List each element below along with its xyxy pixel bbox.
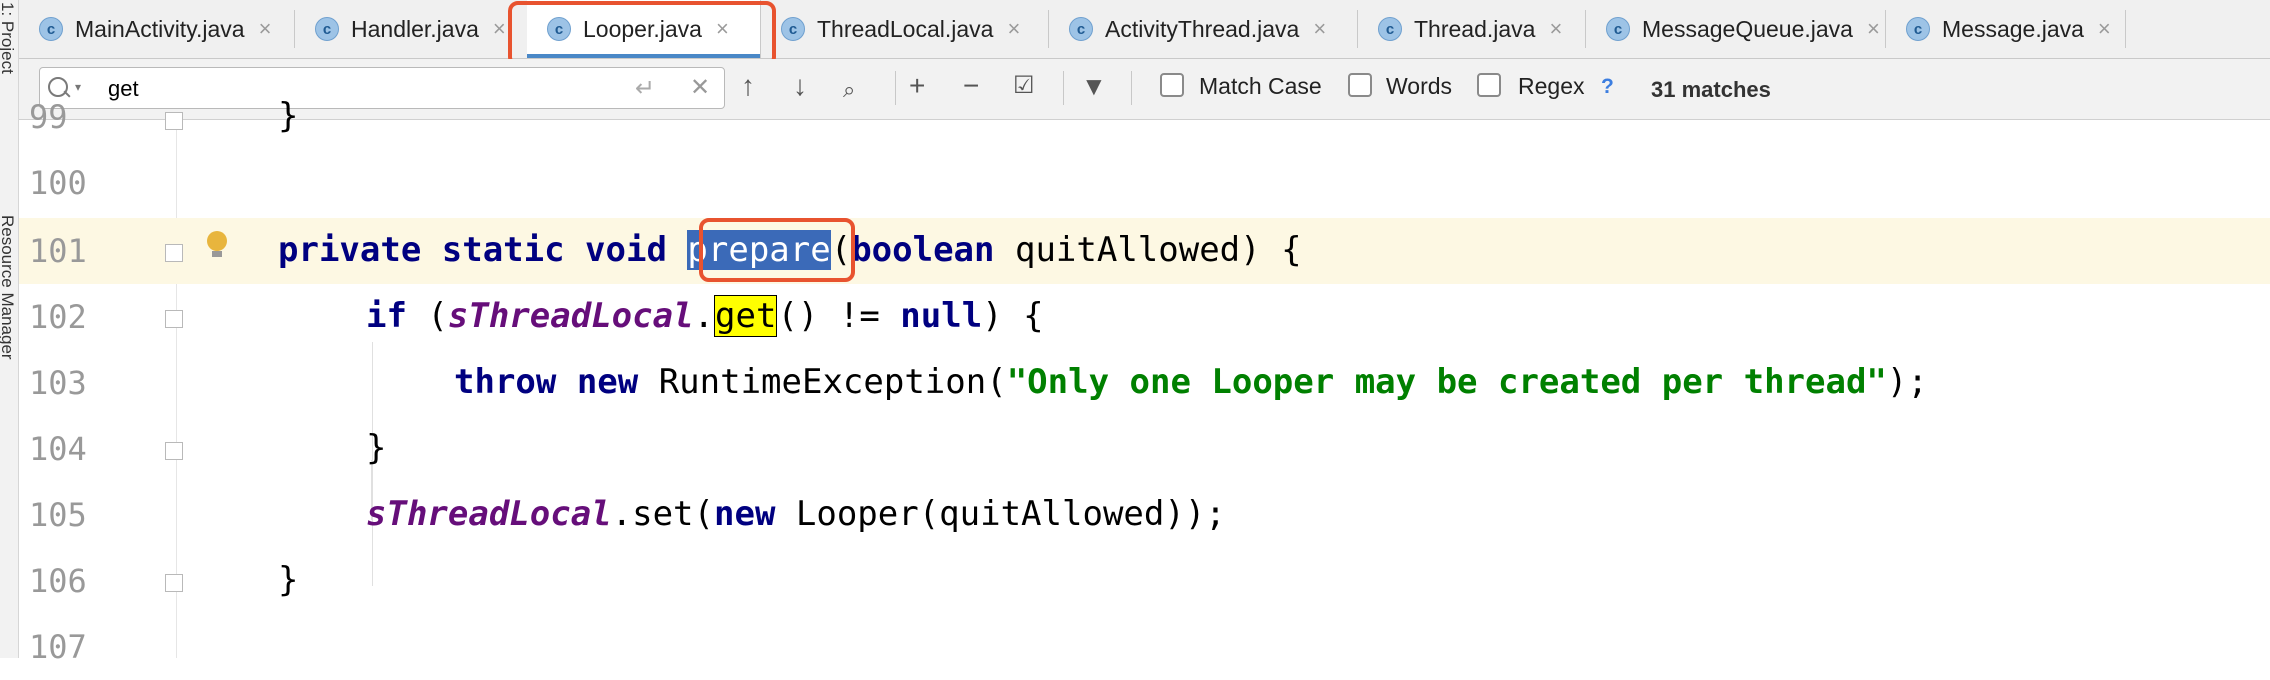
tool-window-strip: 1: Project Resource Manager: [0, 0, 19, 658]
class-icon: c: [1069, 17, 1093, 41]
editor-tab-bar: c MainActivity.java × c Handler.java × c…: [19, 0, 2270, 59]
code-line: 102 if (sThreadLocal.get() != null) {: [19, 284, 2270, 350]
keyword-token: new: [714, 494, 776, 534]
fold-marker-icon[interactable]: [165, 442, 183, 460]
tab-activitythread[interactable]: c ActivityThread.java ×: [1049, 10, 1358, 48]
code-text: sThreadLocal.set(new Looper(quitAllowed)…: [366, 494, 1226, 534]
fold-marker-icon[interactable]: [165, 310, 183, 328]
class-icon: c: [1606, 17, 1630, 41]
code-token: Looper(quitAllowed));: [775, 494, 1226, 534]
tab-message[interactable]: c Message.java ×: [1886, 10, 2126, 48]
close-icon[interactable]: ×: [1313, 16, 1326, 42]
static-field-token: sThreadLocal: [366, 494, 612, 534]
tab-label: ThreadLocal.java: [817, 15, 994, 42]
code-text: }: [278, 96, 299, 136]
keyword-token: throw new: [454, 362, 639, 402]
line-number: 104: [29, 430, 87, 468]
close-icon[interactable]: ×: [2098, 16, 2111, 42]
line-number: 101: [29, 232, 87, 270]
code-token: .set(: [611, 494, 714, 534]
static-field-token: sThreadLocal: [447, 296, 694, 336]
code-text: }: [278, 560, 299, 600]
class-icon: c: [39, 17, 63, 41]
tab-messagequeue[interactable]: c MessageQueue.java ×: [1586, 10, 1886, 48]
close-icon[interactable]: ×: [259, 16, 272, 42]
class-icon: c: [315, 17, 339, 41]
code-line: 103 throw new RuntimeException("Only one…: [19, 350, 2270, 416]
code-line: 107: [19, 614, 2270, 680]
tab-label: ActivityThread.java: [1105, 15, 1300, 42]
tab-thread[interactable]: c Thread.java ×: [1358, 10, 1586, 48]
fold-marker-icon[interactable]: [165, 112, 183, 130]
fold-marker-icon[interactable]: [165, 244, 183, 262]
string-token: "Only one Looper may be created per thre…: [1006, 362, 1887, 402]
fold-marker-icon[interactable]: [165, 574, 183, 592]
code-line: 100: [19, 150, 2270, 216]
code-line-current: 101 private static void prepare(boolean …: [19, 218, 2270, 284]
resource-manager-tool-tab[interactable]: Resource Manager: [0, 215, 17, 360]
class-icon: c: [1378, 17, 1402, 41]
code-token: () !=: [777, 296, 901, 336]
tab-mainactivity[interactable]: c MainActivity.java ×: [19, 10, 295, 48]
line-number: 100: [29, 164, 87, 202]
keyword-token: if: [366, 296, 407, 336]
search-match: get: [714, 295, 778, 337]
method-name-highlight: [699, 218, 855, 282]
close-icon[interactable]: ×: [1549, 16, 1562, 42]
code-line: 99 }: [19, 84, 2270, 150]
close-icon[interactable]: ×: [1007, 16, 1020, 42]
keyword-token: private static void: [278, 230, 667, 270]
code-text: if (sThreadLocal.get() != null) {: [366, 295, 1044, 337]
active-tab-highlight: [508, 1, 776, 67]
tab-threadlocal[interactable]: c ThreadLocal.java ×: [761, 10, 1049, 48]
code-token: RuntimeException(: [638, 362, 1007, 402]
line-number: 99: [29, 98, 68, 136]
code-token: ) {: [982, 296, 1044, 336]
close-icon[interactable]: ×: [1867, 16, 1880, 42]
tab-label: Message.java: [1942, 15, 2084, 42]
code-token: .: [693, 296, 715, 336]
line-number: 105: [29, 496, 87, 534]
code-token: quitAllowed) {: [994, 230, 1302, 270]
tab-label: MessageQueue.java: [1642, 15, 1853, 42]
line-number: 107: [29, 628, 87, 666]
code-editor[interactable]: 99 } 100 101 private static void prepare…: [19, 96, 2270, 666]
code-line: 106 }: [19, 548, 2270, 614]
tab-label: Thread.java: [1414, 15, 1536, 42]
code-token: (: [406, 296, 448, 336]
close-icon[interactable]: ×: [493, 16, 506, 42]
tab-label: MainActivity.java: [75, 15, 245, 42]
line-number: 106: [29, 562, 87, 600]
code-text: }: [366, 428, 387, 468]
code-text: throw new RuntimeException("Only one Loo…: [454, 362, 1928, 402]
code-line: 105 sThreadLocal.set(new Looper(quitAllo…: [19, 482, 2270, 548]
line-number: 102: [29, 298, 87, 336]
intention-bulb-icon[interactable]: [207, 231, 227, 257]
code-line: 104 }: [19, 416, 2270, 482]
project-tool-tab[interactable]: 1: Project: [0, 2, 17, 74]
tab-handler[interactable]: c Handler.java ×: [295, 10, 510, 48]
line-number: 103: [29, 364, 87, 402]
keyword-token: null: [900, 296, 983, 336]
tab-label: Handler.java: [351, 15, 479, 42]
class-icon: c: [781, 17, 805, 41]
keyword-token: boolean: [851, 230, 995, 270]
code-token: );: [1886, 362, 1928, 402]
class-icon: c: [1906, 17, 1930, 41]
